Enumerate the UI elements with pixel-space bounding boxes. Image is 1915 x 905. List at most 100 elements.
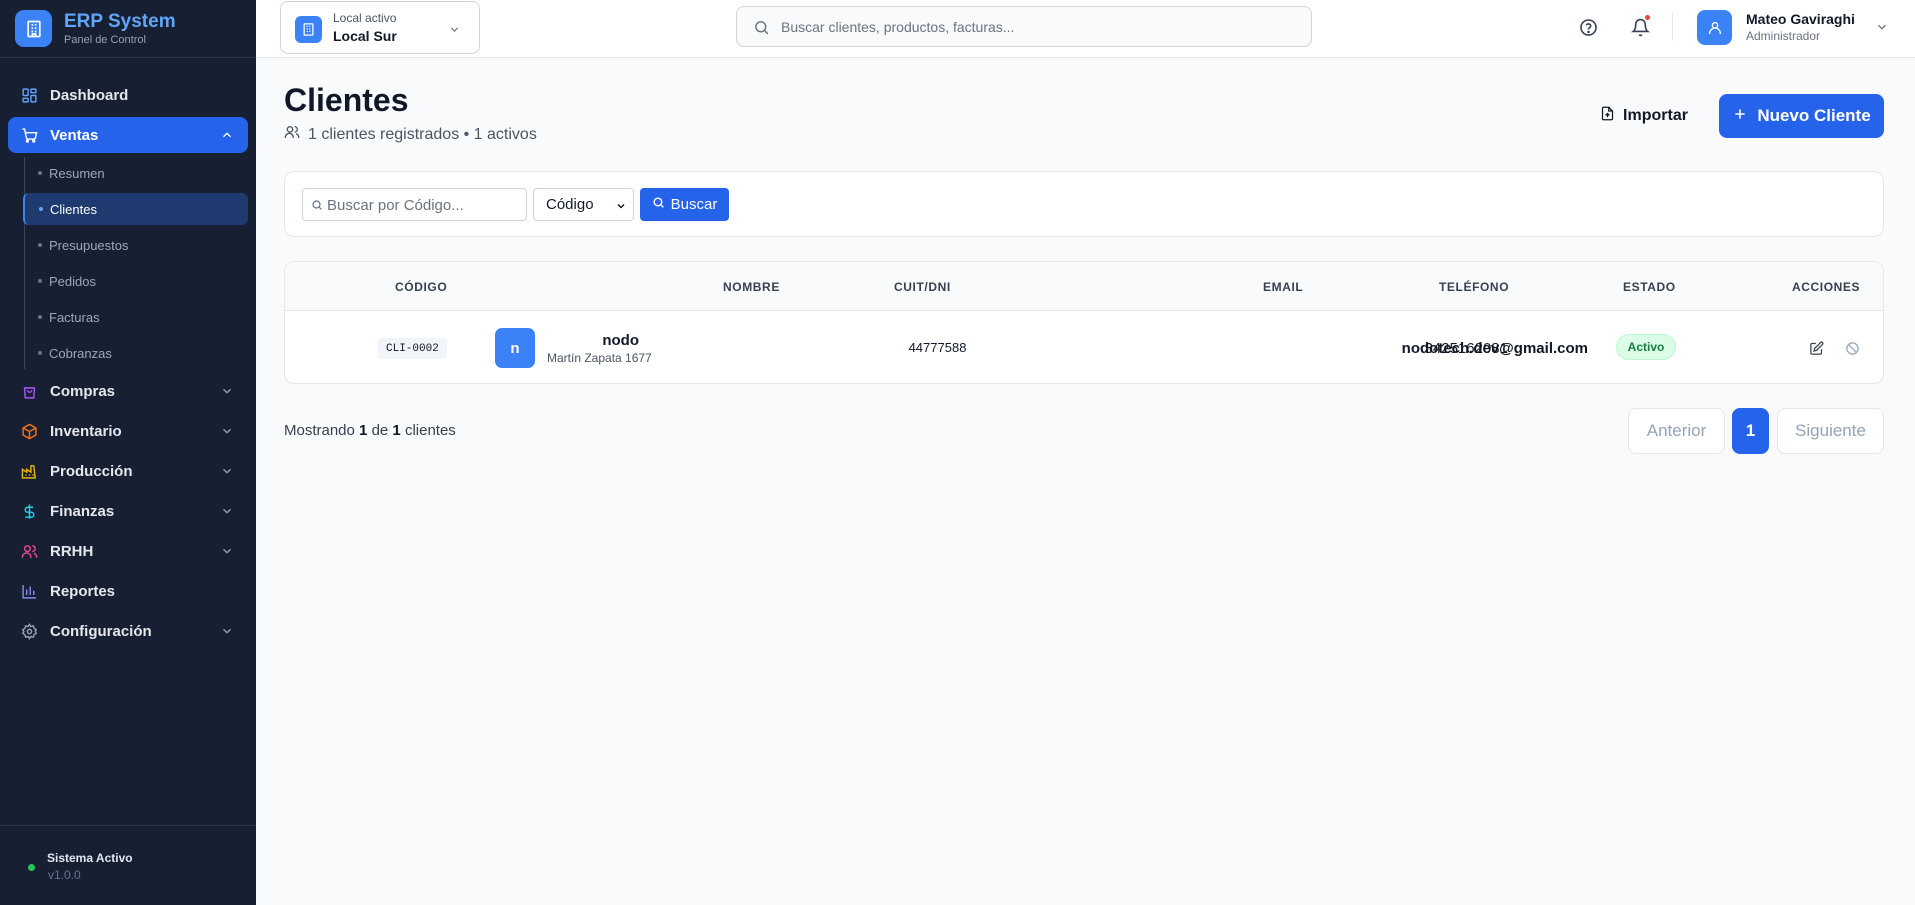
- chevron-down-icon: [220, 424, 234, 438]
- table-row[interactable]: CLI-0002 n nodo Martín Zapata 1677 44777…: [285, 311, 1883, 383]
- factory-icon: [20, 462, 38, 480]
- client-address: Martín Zapata 1677: [547, 351, 652, 365]
- import-button[interactable]: Importar: [1590, 94, 1698, 138]
- import-label: Importar: [1623, 107, 1688, 124]
- plus-icon: [1732, 106, 1748, 127]
- column-header-cuit[interactable]: CUIT/DNI: [894, 280, 951, 294]
- filter-search-field[interactable]: [302, 188, 527, 221]
- column-header-telefono[interactable]: TELÉFONO: [1439, 280, 1509, 294]
- sidebar-item-dashboard[interactable]: Dashboard: [0, 77, 256, 113]
- page-title: Clientes: [284, 82, 409, 118]
- user-name[interactable]: Mateo Gaviraghi: [1746, 11, 1855, 27]
- sidebar-subitem-facturas[interactable]: Facturas: [24, 301, 256, 333]
- showing-prefix: Mostrando: [284, 422, 355, 439]
- system-status: Sistema Activo v1.0.0: [0, 825, 256, 905]
- local-caption: Local activo: [333, 11, 397, 25]
- sidebar-item-label: Compras: [50, 382, 116, 400]
- next-page-button[interactable]: Siguiente: [1777, 408, 1884, 454]
- search-icon: [753, 19, 770, 41]
- chevron-down-icon: [220, 504, 234, 518]
- ventas-submenu: Resumen Clientes Presupuestos Pedidos Fa…: [23, 157, 256, 369]
- sidebar-nav: Dashboard Ventas Resumen Clientes Presup…: [0, 77, 256, 653]
- new-client-label: Nuevo Cliente: [1757, 106, 1871, 125]
- sidebar-item-reportes[interactable]: Reportes: [0, 573, 256, 609]
- header-divider: [1672, 13, 1673, 41]
- filter-field-select[interactable]: Código: [533, 188, 634, 221]
- bar-chart-icon: [20, 582, 38, 600]
- new-client-button[interactable]: Nuevo Cliente: [1719, 94, 1884, 138]
- global-search-input[interactable]: [781, 16, 1281, 38]
- search-button[interactable]: Buscar: [640, 188, 729, 221]
- sidebar-subitem-presupuestos[interactable]: Presupuestos: [24, 229, 256, 261]
- sidebar-subitem-pedidos[interactable]: Pedidos: [24, 265, 256, 297]
- brand-subtitle: Panel de Control: [64, 34, 146, 46]
- building-icon: [15, 10, 52, 47]
- edit-icon[interactable]: [1807, 339, 1825, 357]
- client-name: nodo: [602, 332, 639, 349]
- user-role: Administrador: [1746, 29, 1821, 43]
- notification-dot: [1644, 14, 1651, 21]
- sidebar-item-label: Configuración: [50, 622, 152, 640]
- sidebar-subitem-cobranzas[interactable]: Cobranzas: [24, 337, 256, 369]
- ban-icon[interactable]: [1843, 339, 1861, 357]
- file-upload-icon: [1600, 106, 1615, 126]
- client-phone: 3425162081: [1424, 340, 1508, 357]
- sidebar-item-compras[interactable]: Compras: [0, 373, 256, 409]
- chevron-down-icon[interactable]: [1875, 20, 1889, 39]
- page-number-button[interactable]: 1: [1732, 408, 1769, 454]
- filter-select-value: Código: [546, 196, 594, 213]
- brand[interactable]: ERP System Panel de Control: [0, 0, 256, 58]
- cart-icon: [20, 126, 38, 144]
- chevron-down-icon: [220, 624, 234, 638]
- sidebar-item-rrhh[interactable]: RRHH: [0, 533, 256, 569]
- dollar-icon: [20, 502, 38, 520]
- table-header: CÓDIGO NOMBRE CUIT/DNI EMAIL TELÉFONO ES…: [285, 262, 1883, 311]
- sidebar-subitem-clientes[interactable]: Clientes: [23, 193, 248, 225]
- search-icon: [652, 196, 665, 213]
- column-header-acciones: ACCIONES: [1792, 280, 1861, 294]
- sidebar-item-label: RRHH: [50, 542, 94, 560]
- sidebar-item-finanzas[interactable]: Finanzas: [0, 493, 256, 529]
- subitem-label: Pedidos: [49, 273, 96, 289]
- showing-suffix: clientes: [404, 422, 456, 439]
- client-cuit: 44777588: [908, 340, 967, 355]
- sidebar-item-inventario[interactable]: Inventario: [0, 413, 256, 449]
- box-icon: [20, 422, 38, 440]
- sidebar-item-label: Inventario: [50, 422, 122, 440]
- sidebar-item-label: Ventas: [50, 126, 99, 144]
- column-header-estado[interactable]: ESTADO: [1623, 280, 1676, 294]
- avatar[interactable]: [1697, 10, 1732, 45]
- users-icon: [284, 124, 300, 145]
- sidebar-subitem-resumen[interactable]: Resumen: [24, 157, 256, 189]
- subitem-label: Presupuestos: [49, 237, 129, 253]
- sidebar-item-produccion[interactable]: Producción: [0, 453, 256, 489]
- help-icon[interactable]: [1578, 17, 1598, 37]
- chevron-down-icon: [220, 544, 234, 558]
- showing-mid: de: [371, 422, 389, 439]
- local-selector[interactable]: Local activo Local Sur: [280, 1, 480, 54]
- bell-icon[interactable]: [1630, 14, 1651, 37]
- filter-bar: Código Buscar: [284, 171, 1884, 237]
- global-search[interactable]: [736, 6, 1312, 47]
- status-title: Sistema Activo: [47, 851, 133, 865]
- sidebar-item-ventas[interactable]: Ventas: [8, 117, 248, 153]
- showing-total: 1: [392, 422, 401, 439]
- column-header-nombre[interactable]: NOMBRE: [723, 280, 780, 294]
- sidebar: ERP System Panel de Control Dashboard Ve…: [0, 0, 256, 905]
- sidebar-item-configuracion[interactable]: Configuración: [0, 613, 256, 649]
- subitem-label: Resumen: [49, 165, 105, 181]
- page-subtitle: 1 clientes registrados • 1 activos: [284, 124, 537, 145]
- top-header: Local activo Local Sur Mateo Gaviraghi A…: [256, 0, 1915, 58]
- brand-title: ERP System: [64, 11, 176, 32]
- chevron-down-icon: [220, 464, 234, 478]
- building-icon: [295, 16, 322, 43]
- column-header-email[interactable]: EMAIL: [1263, 280, 1303, 294]
- prev-page-button[interactable]: Anterior: [1628, 408, 1725, 454]
- client-avatar: n: [495, 328, 535, 368]
- sidebar-item-label: Reportes: [50, 582, 116, 600]
- chevron-down-icon: [615, 199, 627, 216]
- bag-icon: [20, 382, 38, 400]
- subitem-label: Facturas: [49, 309, 100, 325]
- column-header-codigo[interactable]: CÓDIGO: [395, 280, 447, 294]
- filter-search-input[interactable]: [327, 195, 522, 215]
